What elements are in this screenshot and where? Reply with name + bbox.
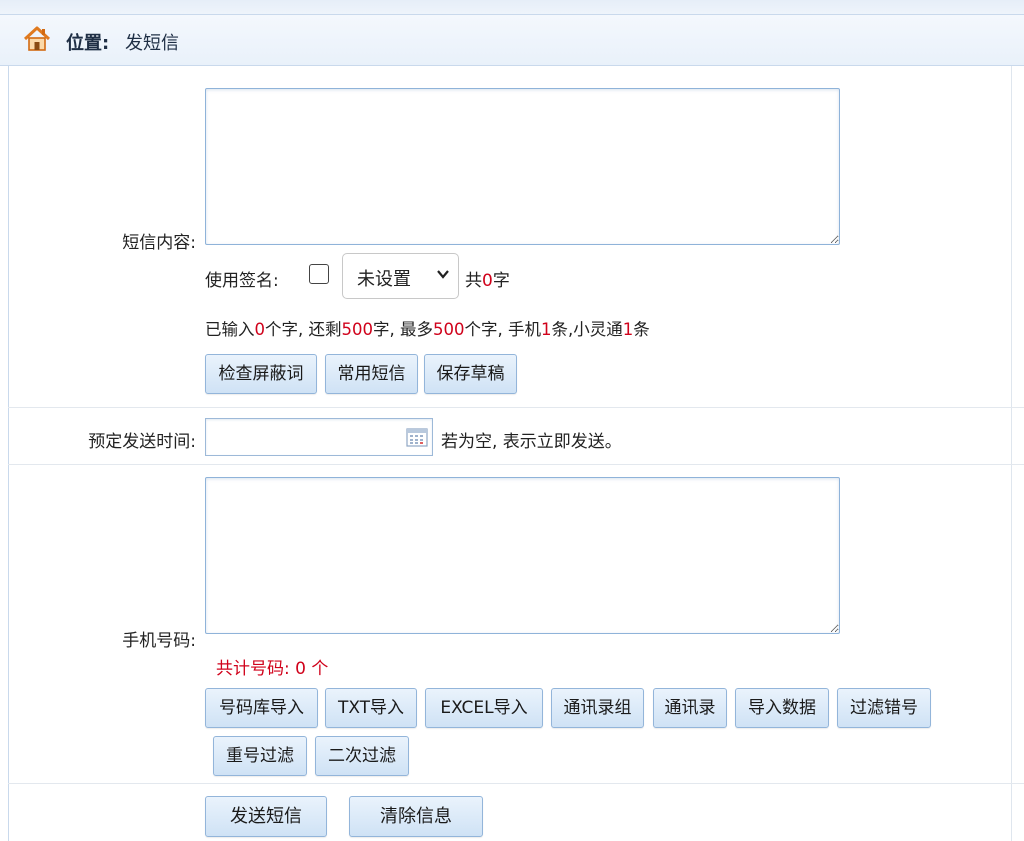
dedupe-button[interactable]: 重号过滤 bbox=[213, 736, 307, 776]
sms-content-label: 短信内容: bbox=[122, 233, 196, 253]
chevron-down-icon bbox=[437, 270, 449, 279]
counter-text: 个字, 手机 bbox=[464, 320, 542, 339]
phone-total-unit: 个 bbox=[305, 659, 329, 679]
counter-text: 条 bbox=[633, 320, 650, 339]
phs-count: 1 bbox=[622, 320, 634, 339]
signature-select-value: 未设置 bbox=[357, 269, 411, 290]
char-total-count: 0 bbox=[482, 271, 493, 291]
char-total: 共0字 bbox=[465, 266, 510, 291]
schedule-hint: 若为空, 表示立即发送。 bbox=[441, 432, 622, 452]
import-data-button[interactable]: 导入数据 bbox=[735, 688, 829, 728]
counter-text: 个字, 还剩 bbox=[265, 320, 342, 339]
clear-info-button[interactable]: 清除信息 bbox=[349, 796, 483, 837]
row-divider bbox=[8, 407, 1024, 408]
home-icon bbox=[23, 26, 51, 51]
counter-text: 已输入 bbox=[205, 320, 255, 339]
calendar-icon[interactable] bbox=[406, 427, 428, 447]
phone-total: 共计号码: 0 个 bbox=[216, 654, 328, 679]
signature-label: 使用签名: bbox=[205, 271, 279, 291]
counter-text: 字, 最多 bbox=[373, 320, 433, 339]
send-sms-button[interactable]: 发送短信 bbox=[205, 796, 327, 837]
right-border bbox=[1011, 66, 1012, 841]
char-total-suffix: 字 bbox=[492, 271, 510, 291]
row-divider bbox=[8, 464, 1024, 465]
remaining-count: 500 bbox=[341, 320, 374, 339]
phone-total-label: 共计号码: bbox=[216, 659, 296, 679]
common-sms-button[interactable]: 常用短信 bbox=[325, 354, 418, 394]
counter-text: 条,小灵通 bbox=[551, 320, 623, 339]
char-total-prefix: 共 bbox=[465, 271, 482, 291]
signature-checkbox[interactable] bbox=[309, 264, 329, 284]
save-draft-button[interactable]: 保存草稿 bbox=[424, 354, 517, 394]
char-counter: 已输入0个字, 还剩500字, 最多500个字, 手机1条,小灵通1条 bbox=[205, 316, 650, 340]
max-count: 500 bbox=[433, 320, 465, 339]
schedule-time-input[interactable] bbox=[205, 418, 433, 456]
sms-content-textarea[interactable] bbox=[205, 88, 840, 245]
check-words-button[interactable]: 检查屏蔽词 bbox=[205, 354, 317, 394]
top-strip bbox=[0, 0, 1024, 14]
phone-total-count: 0 bbox=[295, 659, 306, 679]
location-value: 发短信 bbox=[125, 33, 179, 54]
row-divider bbox=[8, 783, 1024, 784]
mobile-count: 1 bbox=[541, 320, 552, 339]
contact-group-button[interactable]: 通讯录组 bbox=[551, 688, 644, 728]
schedule-label: 预定发送时间: bbox=[88, 432, 196, 452]
location-bar: 位置: 发短信 bbox=[0, 14, 1024, 66]
contacts-button[interactable]: 通讯录 bbox=[653, 688, 727, 728]
filter-wrong-button[interactable]: 过滤错号 bbox=[837, 688, 931, 728]
location-label: 位置: bbox=[66, 33, 110, 54]
typed-count: 0 bbox=[254, 320, 266, 339]
signature-select[interactable]: 未设置 bbox=[342, 253, 459, 299]
txt-import-button[interactable]: TXT导入 bbox=[325, 688, 417, 728]
db-import-button[interactable]: 号码库导入 bbox=[205, 688, 318, 728]
phone-numbers-label: 手机号码: bbox=[122, 631, 196, 651]
excel-import-button[interactable]: EXCEL导入 bbox=[425, 688, 543, 728]
second-filter-button[interactable]: 二次过滤 bbox=[315, 736, 409, 776]
phone-numbers-textarea[interactable] bbox=[205, 477, 840, 634]
